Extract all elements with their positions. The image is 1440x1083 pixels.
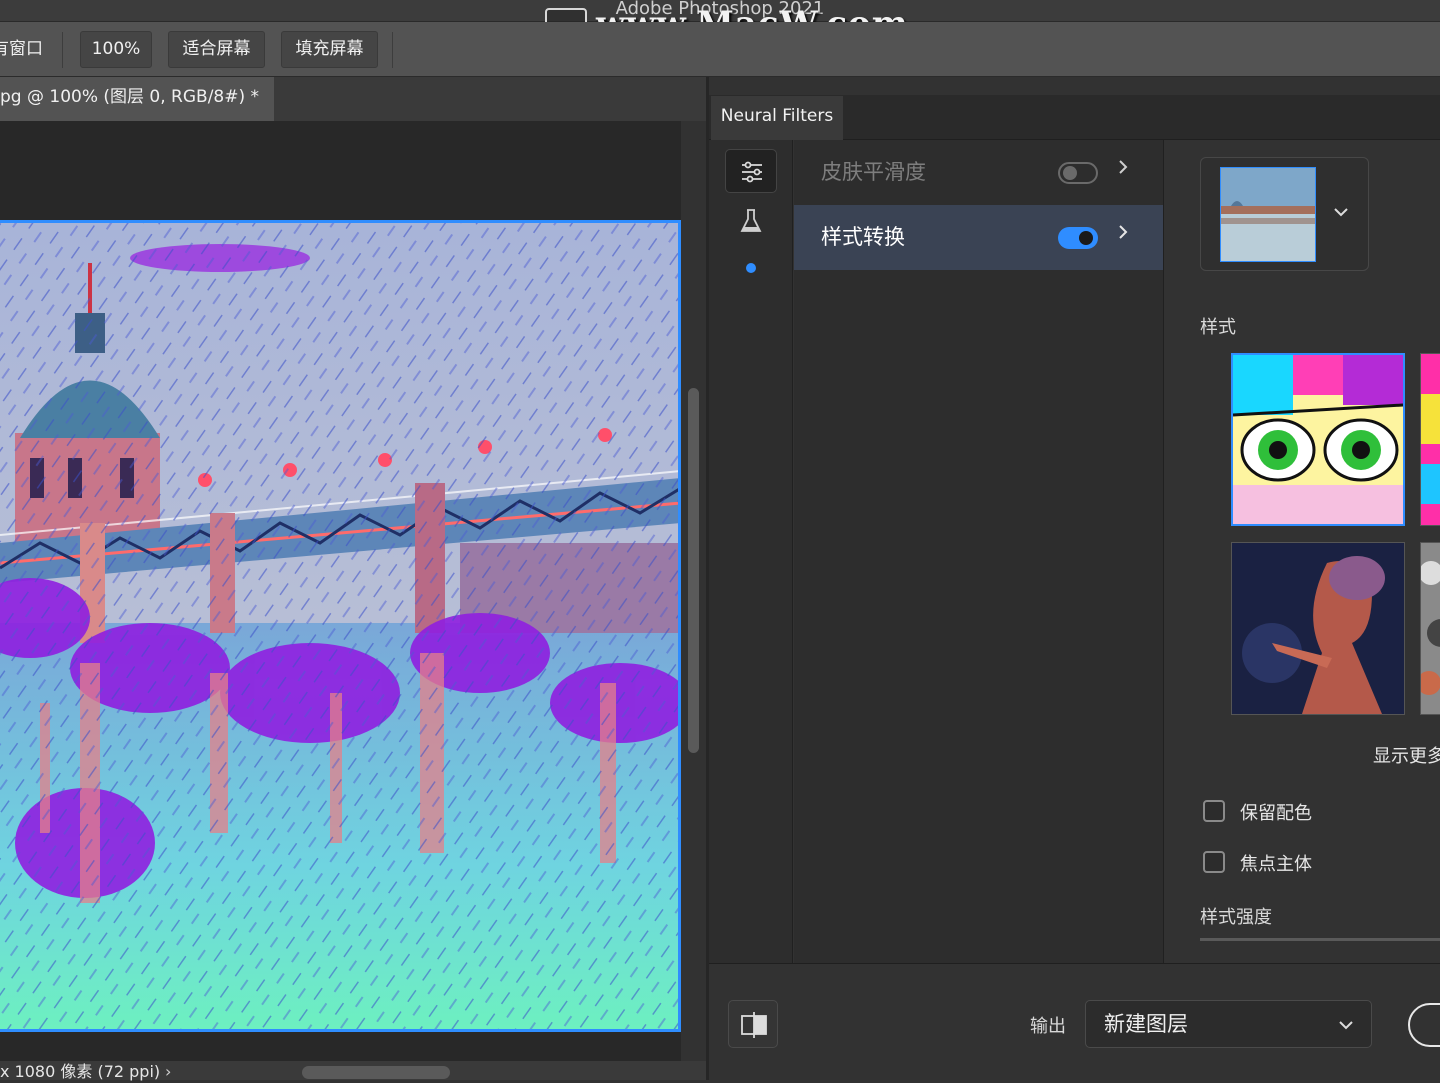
toggle-knob — [1063, 166, 1077, 180]
sliders-icon[interactable] — [725, 149, 777, 193]
separator — [62, 32, 63, 68]
beaker-icon[interactable] — [739, 208, 763, 234]
horizontal-scroll-thumb[interactable] — [302, 1066, 450, 1079]
styles-label: 样式 — [1200, 317, 1236, 338]
show-more-link[interactable]: 显示更多 — [1373, 742, 1440, 768]
output-select[interactable]: 新建图层 — [1085, 1000, 1372, 1048]
preserve-color-checkbox[interactable] — [1203, 800, 1225, 822]
output-label: 输出 — [1030, 1016, 1066, 1037]
vertical-scroll-thumb[interactable] — [688, 388, 699, 753]
document-tab-bar: pg @ 100% (图层 0, RGB/8#) * — [0, 77, 706, 121]
fill-screen-button[interactable]: 填充屏幕 — [281, 31, 378, 68]
style-tile-colorful[interactable] — [1420, 353, 1440, 526]
filter-toggle[interactable] — [1058, 227, 1098, 249]
style-strength-slider[interactable] — [1200, 938, 1440, 941]
chevron-right-icon[interactable] — [1116, 225, 1130, 239]
filter-row-skin-smoothing[interactable]: 皮肤平滑度 — [794, 140, 1163, 205]
filter-toggle[interactable] — [1058, 162, 1098, 184]
fit-screen-button[interactable]: 适合屏幕 — [168, 31, 265, 68]
zoom-100-button[interactable]: 100% — [80, 31, 152, 68]
preserve-color-label: 保留配色 — [1240, 803, 1312, 824]
canvas-image[interactable] — [0, 220, 681, 1032]
filter-label: 样式转换 — [821, 225, 905, 249]
focus-subject-checkbox[interactable] — [1203, 851, 1225, 873]
document-tab[interactable]: pg @ 100% (图层 0, RGB/8#) * — [0, 77, 274, 121]
toggle-knob — [1079, 231, 1093, 245]
chevron-right-icon[interactable] — [1116, 160, 1130, 174]
tab-neural-filters[interactable]: Neural Filters — [711, 96, 843, 140]
filter-category-sidebar — [709, 140, 793, 963]
separator — [392, 32, 393, 68]
style-strength-label: 样式强度 — [1200, 907, 1272, 928]
options-bar: 有窗口 100% 适合屏幕 填充屏幕 — [0, 22, 1440, 77]
style-tile-anime-eyes[interactable] — [1231, 353, 1405, 526]
compare-icon[interactable] — [728, 1000, 778, 1048]
preset-thumbnail[interactable] — [1220, 167, 1316, 262]
all-windows-button[interactable]: 有窗口 — [0, 31, 52, 68]
active-dot-icon — [746, 263, 756, 273]
chevron-down-icon — [1339, 1021, 1353, 1030]
focus-subject-label: 焦点主体 — [1240, 854, 1312, 875]
filter-label: 皮肤平滑度 — [821, 160, 926, 184]
style-tile-portrait[interactable] — [1231, 542, 1405, 715]
style-tile-camo[interactable] — [1420, 542, 1440, 715]
filter-row-style-transfer[interactable]: 样式转换 — [794, 205, 1163, 270]
output-value: 新建图层 — [1104, 1012, 1188, 1036]
chevron-down-icon[interactable] — [1333, 206, 1349, 218]
